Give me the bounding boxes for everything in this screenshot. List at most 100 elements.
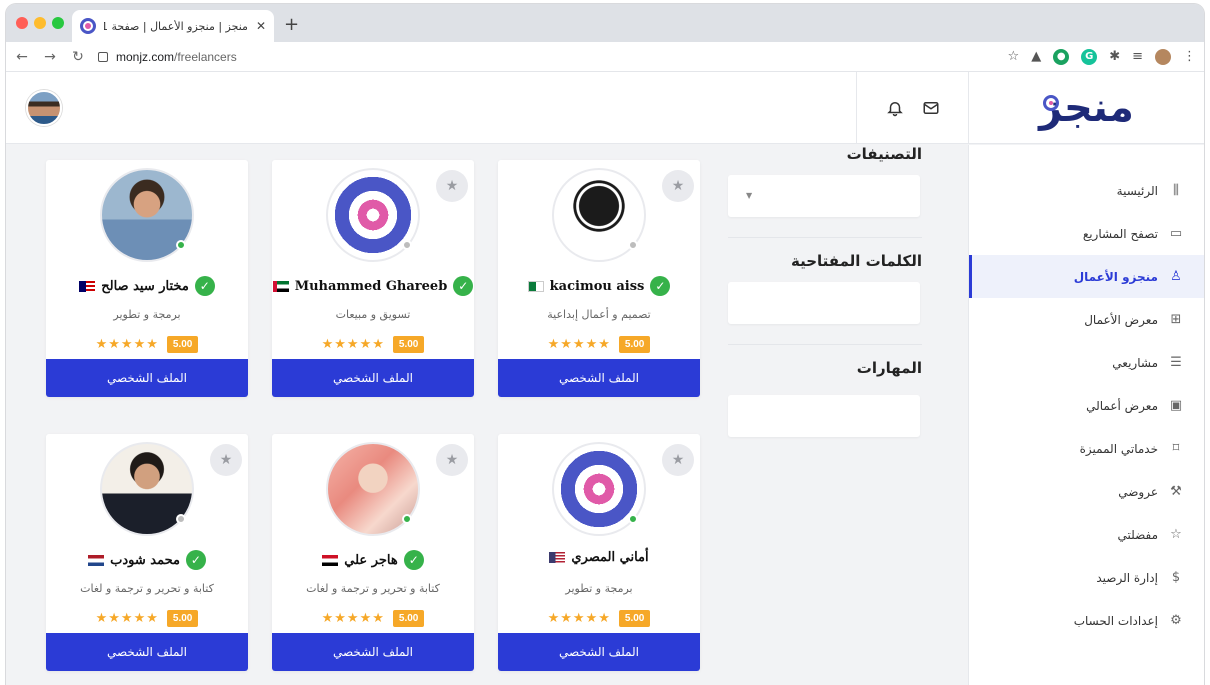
verified-icon: ✓ [403, 550, 424, 570]
address-bar[interactable]: monjz.com/freelancers [98, 50, 996, 64]
back-icon[interactable]: ← [14, 49, 30, 65]
rating-score: 5.00 [618, 336, 651, 353]
rating-stars: ★★★★★ [321, 611, 385, 626]
profile-button[interactable]: الملف الشخصي [46, 359, 248, 397]
bookmark-star-icon[interactable]: ☆ [1008, 49, 1020, 64]
sidebar-item-my-gallery[interactable]: معرض أعمالي ▣ [969, 384, 1204, 427]
profile-button[interactable]: الملف الشخصي [46, 633, 248, 671]
freelancer-name[interactable]: Muhammed Ghareeb [295, 279, 448, 294]
list-icon: ☰ [1170, 355, 1182, 370]
favorite-star-icon[interactable]: ★ [436, 170, 468, 202]
close-window-button[interactable] [16, 17, 28, 29]
freelancer-role: برمجة و تطوير [113, 308, 181, 321]
categories-select[interactable]: ▼ [728, 175, 920, 217]
freelancer-name[interactable]: kacimou aiss [550, 279, 645, 294]
browser-toolbar: ← → ↻ monjz.com/freelancers ☆ ▲ ● G ✱ ≡ … [6, 42, 1204, 72]
skills-input[interactable] [728, 395, 920, 437]
sidebar-item-balance[interactable]: إدارة الرصيد $ [969, 556, 1204, 599]
rating-stars: ★★★★★ [547, 337, 611, 352]
sidebar-item-featured-services[interactable]: خدماتي المميزة ⌑ [969, 427, 1204, 470]
verified-icon: ✓ [650, 276, 671, 296]
gallery-icon: ▣ [1169, 398, 1183, 413]
profile-button[interactable]: الملف الشخصي [272, 633, 474, 671]
freelancer-name[interactable]: أماني المصري [571, 550, 648, 565]
grid-icon: ⊞ [1170, 312, 1182, 327]
sidebar-item-label: إدارة الرصيد [1096, 570, 1158, 585]
freelancer-name[interactable]: محمد شودب [110, 553, 180, 568]
rating-stars: ★★★★★ [95, 337, 159, 352]
media-icon[interactable]: ≡ [1132, 49, 1143, 64]
name-row: ✓ مختار سيد صالح [46, 276, 248, 296]
name-row: ✓ محمد شودب [46, 550, 248, 570]
bell-icon[interactable] [886, 99, 904, 117]
sidebar-item-freelancers[interactable]: منجزو الأعمال ♙ [969, 255, 1204, 298]
gavel-icon: ⚒ [1170, 484, 1182, 499]
grammarly-icon[interactable]: G [1081, 48, 1098, 65]
freelancer-card: ✓ مختار سيد صالح برمجة و تطوير ★★★★★ 5.0… [46, 160, 248, 397]
mail-icon[interactable] [922, 99, 940, 117]
gear-icon: ⚙ [1170, 613, 1182, 628]
tab-title: منجز | منجزو الأعمال | صفحة 1 من [104, 19, 248, 33]
profile-button[interactable]: الملف الشخصي [498, 359, 700, 397]
freelancer-card: ★ ✓ kacimou aiss تصميم و أعمال إبداعية ★… [498, 160, 700, 397]
sidebar-item-account-settings[interactable]: إعدادات الحساب ⚙ [969, 599, 1204, 642]
logo[interactable]: منجز [1039, 85, 1135, 131]
sidebar-item-my-projects[interactable]: مشاريعي ☰ [969, 341, 1204, 384]
rating-score: 5.00 [392, 610, 425, 627]
flag-nl-icon [88, 554, 105, 566]
favorite-star-icon[interactable]: ★ [662, 170, 694, 202]
sidebar-item-label: تصفح المشاريع [1082, 226, 1158, 241]
sidebar-item-browse-projects[interactable]: تصفح المشاريع ▭ [969, 212, 1204, 255]
sidebar-item-label: مشاريعي [1112, 355, 1158, 370]
rating: ★★★★★ 5.00 [46, 610, 248, 627]
user-avatar[interactable] [26, 90, 62, 126]
puzzle-icon[interactable]: ✱ [1109, 49, 1120, 64]
sidebar-item-label: خدماتي المميزة [1079, 441, 1158, 456]
dollar-icon: $ [1171, 570, 1181, 585]
profile-avatar-icon[interactable] [1155, 48, 1171, 65]
extension-green-icon[interactable]: ● [1053, 48, 1070, 65]
verified-icon: ✓ [185, 550, 206, 570]
freelancer-card: ★ أماني المصري برمجة و تطوير ★★★★★ 5.00 … [498, 434, 700, 671]
drive-icon[interactable]: ▲ [1031, 49, 1041, 64]
freelancer-card: ★ ✓ هاجر علي كتابة و تحرير و ترجمة و لغا… [272, 434, 474, 671]
keywords-input[interactable] [728, 282, 920, 324]
bar-chart-icon: ⫼ [1173, 183, 1179, 198]
sidebar-item-home[interactable]: الرئيسية ⫼ [969, 169, 1204, 212]
menu-dots-icon[interactable]: ⋮ [1183, 49, 1196, 64]
minimize-window-button[interactable] [34, 17, 46, 29]
rating: ★★★★★ 5.00 [498, 610, 700, 627]
sidebar-item-favorites[interactable]: مفضلتي ☆ [969, 513, 1204, 556]
browser-tab[interactable]: منجز | منجزو الأعمال | صفحة 1 من ✕ [72, 10, 274, 42]
maximize-window-button[interactable] [52, 17, 64, 29]
freelancer-name[interactable]: مختار سيد صالح [101, 279, 189, 294]
sidebar: الرئيسية ⫼ تصفح المشاريع ▭ منجزو الأعمال ♙ … [968, 145, 1204, 685]
sidebar-item-label: معرض أعمالي [1086, 398, 1158, 413]
bookmark-icon: ⌑ [1172, 441, 1180, 456]
name-row: أماني المصري [498, 550, 700, 565]
header-icons [856, 72, 968, 144]
sidebar-item-portfolio-gallery[interactable]: معرض الأعمال ⊞ [969, 298, 1204, 341]
new-tab-button[interactable]: + [284, 14, 299, 35]
name-row: ✓ هاجر علي [272, 550, 474, 570]
freelancer-name[interactable]: هاجر علي [344, 553, 397, 568]
tab-close-icon[interactable]: ✕ [256, 19, 266, 33]
favorite-star-icon[interactable]: ★ [436, 444, 468, 476]
sidebar-item-my-offers[interactable]: عروضي ⚒ [969, 470, 1204, 513]
favorite-star-icon[interactable]: ★ [210, 444, 242, 476]
tab-bar: منجز | منجزو الأعمال | صفحة 1 من ✕ + [6, 4, 1204, 42]
verified-icon: ✓ [194, 276, 215, 296]
sidebar-item-label: منجزو الأعمال [1073, 269, 1158, 284]
logo-area[interactable]: منجز [968, 72, 1204, 144]
status-dot [402, 514, 412, 524]
divider [728, 237, 922, 238]
extensions-area: ☆ ▲ ● G ✱ ≡ ⋮ [1008, 48, 1196, 65]
verified-icon: ✓ [453, 276, 474, 296]
forward-icon[interactable]: → [42, 49, 58, 65]
profile-button[interactable]: الملف الشخصي [498, 633, 700, 671]
sidebar-item-label: عروضي [1118, 484, 1158, 499]
favorite-star-icon[interactable]: ★ [662, 444, 694, 476]
reload-icon[interactable]: ↻ [70, 49, 86, 65]
profile-button[interactable]: الملف الشخصي [272, 359, 474, 397]
freelancer-role: كتابة و تحرير و ترجمة و لغات [306, 582, 440, 595]
